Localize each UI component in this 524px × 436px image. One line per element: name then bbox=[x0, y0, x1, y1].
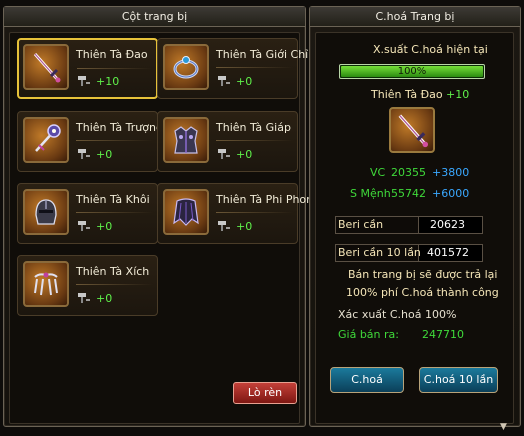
slot-level: +0 bbox=[96, 220, 113, 233]
sell-price-label: Giá bán ra: bbox=[338, 328, 399, 341]
slot-name: Thiên Tà Trượng bbox=[76, 121, 163, 134]
slot-level: +0 bbox=[236, 148, 253, 161]
equipment-slot-armor[interactable]: Thiên Tà Giáp +0 bbox=[157, 111, 298, 172]
armor-icon bbox=[163, 117, 209, 163]
cape-icon bbox=[163, 189, 209, 235]
stat-vc-value: 20355 bbox=[391, 166, 426, 179]
success-rate-value: 100% bbox=[397, 66, 427, 77]
cost-label: Beri cần bbox=[338, 218, 384, 231]
hammer-icon bbox=[218, 76, 230, 86]
upgrade-panel-title: C.hoá Trang bị bbox=[310, 7, 520, 27]
stat-hp-bonus: +6000 bbox=[432, 187, 470, 200]
stat-vc-bonus: +3800 bbox=[432, 166, 470, 179]
saber-icon bbox=[23, 44, 69, 90]
upgrade-rate-text: Xác xuất C.hoá 100% bbox=[338, 308, 457, 321]
selected-item-level: +10 bbox=[446, 88, 470, 101]
scroll-down-icon[interactable]: ▼ bbox=[500, 422, 507, 432]
slot-divider bbox=[216, 212, 293, 213]
cost10-label: Beri cần 10 lần bbox=[338, 246, 421, 259]
equipment-slot-staff[interactable]: Thiên Tà Trượng +0 bbox=[17, 111, 163, 172]
slot-level: +0 bbox=[96, 148, 113, 161]
slot-divider bbox=[216, 140, 293, 141]
claw-chain-icon bbox=[23, 261, 69, 307]
staff-icon bbox=[23, 117, 69, 163]
slot-divider bbox=[76, 140, 153, 141]
success-rate-label: X.suất C.hoá hiện tại bbox=[373, 43, 488, 56]
equipment-slot-ring[interactable]: Thiên Tà Giới Chỉ +0 bbox=[157, 38, 308, 99]
slot-level: +10 bbox=[96, 75, 120, 88]
equipment-slot-claw-chain[interactable]: Thiên Tà Xích +0 bbox=[17, 255, 158, 316]
slot-name: Thiên Tà Giới Chỉ bbox=[216, 48, 309, 61]
slot-name: Thiên Tà Khôi bbox=[76, 193, 150, 206]
success-rate-bar: 100% bbox=[339, 64, 485, 79]
ring-icon bbox=[163, 44, 209, 90]
equipment-slot-saber[interactable]: Thiên Tà Đao +10 bbox=[17, 38, 158, 99]
slot-name: Thiên Tà Đao bbox=[76, 48, 148, 61]
slot-divider bbox=[216, 67, 293, 68]
selected-item-saber-icon bbox=[389, 107, 435, 153]
equipment-slot-cape[interactable]: Thiên Tà Phi Phong +0 bbox=[157, 183, 320, 244]
equipment-panel-title: Cột trang bị bbox=[4, 7, 305, 27]
upgrade-ten-button[interactable]: C.hoá 10 lần bbox=[419, 367, 498, 393]
hammer-icon bbox=[78, 149, 90, 159]
cost10-value: 401572 bbox=[427, 246, 469, 259]
hammer-icon bbox=[78, 76, 90, 86]
stat-hp-value: 55742 bbox=[391, 187, 426, 200]
hammer-icon bbox=[78, 293, 90, 303]
upgrade-once-button[interactable]: C.hoá bbox=[330, 367, 404, 393]
stat-vc-name: VC bbox=[370, 166, 386, 179]
refund-note-line2: 100% phí C.hoá thành công bbox=[346, 286, 499, 299]
slot-level: +0 bbox=[96, 292, 113, 305]
hammer-icon bbox=[218, 221, 230, 231]
forge-button[interactable]: Lò rèn bbox=[233, 382, 297, 404]
slot-divider bbox=[76, 284, 153, 285]
slot-name: Thiên Tà Giáp bbox=[216, 121, 291, 134]
hammer-icon bbox=[78, 221, 90, 231]
selected-item-name: Thiên Tà Đao bbox=[371, 88, 443, 101]
sell-price-value: 247710 bbox=[422, 328, 464, 341]
hammer-icon bbox=[218, 149, 230, 159]
helmet-icon bbox=[23, 189, 69, 235]
slot-divider bbox=[76, 212, 153, 213]
slot-name: Thiên Tà Phi Phong bbox=[216, 193, 321, 206]
slot-level: +0 bbox=[236, 75, 253, 88]
slot-divider bbox=[77, 68, 152, 69]
slot-level: +0 bbox=[236, 220, 253, 233]
refund-note-line1: Bán trang bị sẽ được trả lại bbox=[348, 268, 498, 281]
stat-hp-name: S Mệnh bbox=[350, 187, 391, 200]
equipment-slot-helmet[interactable]: Thiên Tà Khôi +0 bbox=[17, 183, 158, 244]
slot-name: Thiên Tà Xích bbox=[76, 265, 150, 278]
cost-value: 20623 bbox=[430, 218, 465, 231]
